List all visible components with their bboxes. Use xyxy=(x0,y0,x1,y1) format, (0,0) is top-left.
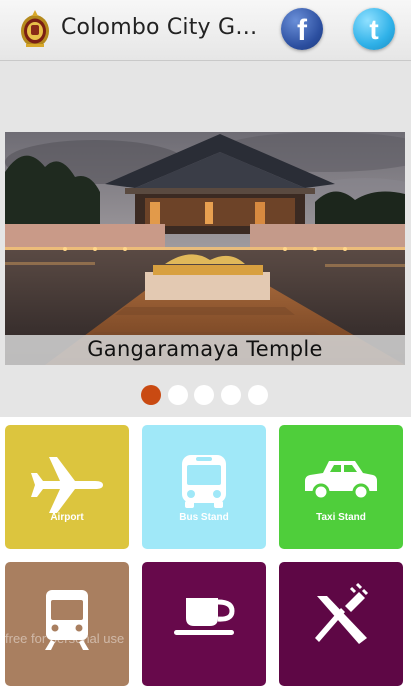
airport-label: Airport xyxy=(50,512,84,523)
bus-icon xyxy=(182,455,226,508)
watermark-text: free for personal use xyxy=(5,631,125,646)
page-dot-4[interactable] xyxy=(221,385,241,405)
taxi-stand-label: Taxi Stand xyxy=(316,512,366,523)
train-icon xyxy=(45,590,89,650)
cafe-tile[interactable] xyxy=(142,562,266,686)
airplane-icon xyxy=(31,457,103,513)
train-tile[interactable] xyxy=(5,562,129,686)
restaurant-tile[interactable] xyxy=(279,562,403,686)
facebook-button[interactable]: f xyxy=(281,8,323,50)
bus-stand-tile[interactable]: Bus Stand xyxy=(142,425,266,549)
page-dot-2[interactable] xyxy=(168,385,188,405)
temple-photo xyxy=(5,132,405,365)
taxi-icon xyxy=(305,461,377,501)
twitter-icon: t xyxy=(369,14,379,45)
fork-knife-icon xyxy=(315,582,369,644)
coffee-cup-icon xyxy=(174,598,235,635)
slide-caption: Gangaramaya Temple xyxy=(87,337,323,361)
page-dot-1[interactable] xyxy=(141,385,161,405)
taxi-stand-tile[interactable]: Taxi Stand xyxy=(279,425,403,549)
app-bar: Colombo City Guide f t xyxy=(0,0,411,61)
page-dot-5[interactable] xyxy=(248,385,268,405)
bus-stand-label: Bus Stand xyxy=(179,512,229,523)
twitter-button[interactable]: t xyxy=(353,8,395,50)
carousel-slide-image[interactable] xyxy=(5,132,405,365)
carousel-pagination xyxy=(0,385,411,405)
sri-lanka-emblem-icon xyxy=(21,10,49,47)
airport-tile[interactable]: Airport xyxy=(5,425,129,549)
facebook-icon: f xyxy=(297,14,307,47)
page-title: Colombo City Guide xyxy=(61,15,266,40)
page-dot-3[interactable] xyxy=(194,385,214,405)
